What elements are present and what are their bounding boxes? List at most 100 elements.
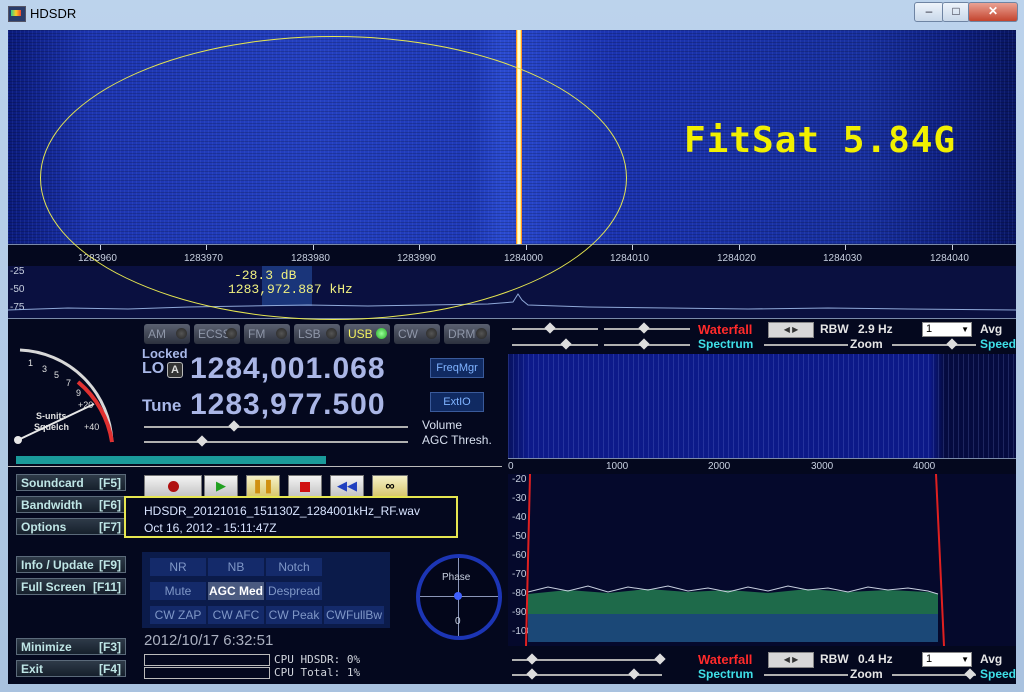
mode-fm-button[interactable]: FM	[244, 324, 290, 344]
maximize-window-button[interactable]: □	[942, 2, 970, 22]
mode-drm-button[interactable]: DRM	[444, 324, 490, 344]
agc-thresh-label: AGC Thresh.	[422, 433, 492, 447]
slider-knob[interactable]	[628, 668, 640, 680]
slider-knob[interactable]	[560, 338, 572, 350]
mute-button[interactable]: Mute	[150, 582, 206, 600]
slider-knob[interactable]	[526, 668, 538, 680]
hdsdr-app-icon	[8, 6, 26, 22]
bandwidth-button[interactable]: Bandwidth [F6]	[16, 496, 126, 513]
af-spectrum[interactable]: -20 -30 -40 -50 -60 -70 -80 -90 -100	[508, 474, 1016, 646]
slider-knob[interactable]	[638, 322, 650, 334]
title-bar: HDSDR – □ ✕	[0, 0, 1024, 28]
smeter-scale-label: 9	[76, 388, 82, 398]
cw-afc-button[interactable]: CW AFC	[208, 606, 264, 624]
cw-peak-button[interactable]: CW Peak	[266, 606, 322, 624]
spectrum-gain-slider[interactable]	[512, 344, 598, 346]
phase-value: 0	[455, 616, 461, 627]
slider-knob[interactable]	[654, 653, 666, 665]
highlight-ellipse	[40, 36, 627, 320]
af-avg-label: Avg	[980, 652, 1003, 666]
nb-button[interactable]: NB	[208, 558, 264, 576]
divider	[8, 466, 502, 467]
tune-frequency-display[interactable]: 1283,977.500	[190, 388, 386, 422]
record-button[interactable]	[144, 475, 202, 497]
af-scale-label: 4000	[913, 461, 936, 472]
speed-label: Speed	[980, 337, 1016, 351]
minimize-window-button[interactable]: –	[914, 2, 944, 22]
tune-label: Tune	[142, 396, 182, 415]
soundcard-button[interactable]: Soundcard [F5]	[16, 474, 126, 491]
avg-combo[interactable]: 1	[922, 322, 972, 337]
smeter-units-label: S-units	[36, 411, 67, 421]
info-update-button[interactable]: Info / Update [F9]	[16, 556, 126, 573]
extio-button[interactable]: ExtIO	[430, 392, 484, 412]
mode-ecss-button[interactable]: ECSS	[194, 324, 240, 344]
freqmgr-button[interactable]: FreqMgr	[430, 358, 484, 378]
slider-knob[interactable]	[544, 322, 556, 334]
full-screen-button[interactable]: Full Screen [F11]	[16, 578, 126, 595]
af-waterfall-label: Waterfall	[698, 652, 753, 667]
scale-label: 1284030	[823, 253, 862, 264]
annotation-fitsat: FitSat 5.84G	[684, 120, 957, 161]
despread-button[interactable]: Despread	[266, 582, 322, 600]
mode-lsb-button[interactable]: LSB	[294, 324, 340, 344]
lo-lock-badge[interactable]: A	[167, 362, 183, 378]
af-frequency-scale[interactable]: 0 1000 2000 3000 4000	[508, 458, 1016, 475]
smeter-scale-label: 1	[28, 358, 34, 368]
af-waterfall[interactable]	[508, 354, 1016, 458]
squelch-label: Squelch	[34, 422, 70, 432]
af-speed-label: Speed	[980, 667, 1016, 681]
rewind-icon: ◀◀	[337, 478, 357, 493]
file-date: Oct 16, 2012 - 15:11:47Z	[144, 521, 277, 535]
minimize-button[interactable]: Minimize [F3]	[16, 638, 126, 655]
cpu-total-bar	[144, 667, 270, 679]
mode-cw-button[interactable]: CW	[394, 324, 440, 344]
scale-label: 1284010	[610, 253, 649, 264]
phase-scope[interactable]: Phase 0	[416, 554, 502, 640]
lo-label: LO	[142, 360, 165, 377]
af-scale-label: 0	[508, 461, 514, 472]
af-speed-slider[interactable]	[892, 674, 976, 676]
volume-slider[interactable]	[144, 426, 408, 428]
waterfall-spinner[interactable]: ◀ ▶	[768, 322, 814, 338]
slider-knob[interactable]	[946, 338, 958, 350]
stop-button[interactable]	[288, 475, 322, 497]
spectrum-label: Spectrum	[698, 337, 754, 351]
nr-button[interactable]: NR	[150, 558, 206, 576]
mode-am-button[interactable]: AM	[144, 324, 190, 344]
slider-knob[interactable]	[638, 338, 650, 350]
pause-button[interactable]: ❚❚	[246, 475, 280, 497]
af-avg-combo[interactable]: 1	[922, 652, 972, 667]
volume-slider-knob[interactable]	[228, 420, 240, 432]
loop-button[interactable]: ∞	[372, 475, 408, 497]
mode-usb-button[interactable]: USB	[344, 324, 390, 344]
cpu-hdsdr-text: CPU HDSDR: 0%	[274, 653, 361, 666]
exit-button[interactable]: Exit [F4]	[16, 660, 126, 677]
af-zoom-label: Zoom	[850, 667, 883, 681]
scale-label: 1284020	[717, 253, 756, 264]
slider-knob[interactable]	[964, 668, 976, 680]
cw-zap-button[interactable]: CW ZAP	[150, 606, 206, 624]
af-waterfall-spinner[interactable]: ◀ ▶	[768, 652, 814, 668]
speed-slider[interactable]	[892, 344, 976, 346]
play-button[interactable]: ▶	[204, 475, 238, 497]
agc-thresh-slider[interactable]	[144, 441, 408, 443]
af-zoom-slider[interactable]	[764, 674, 848, 676]
waterfall-label: Waterfall	[698, 322, 753, 337]
zoom-slider[interactable]	[764, 344, 848, 346]
rbw-label: RBW	[820, 322, 849, 336]
cw-fullbw-button[interactable]: CWFullBw	[324, 606, 384, 624]
slider-knob[interactable]	[526, 653, 538, 665]
cpu-hdsdr-bar	[144, 654, 270, 666]
agc-med-button[interactable]: AGC Med	[208, 582, 264, 600]
lo-frequency-display[interactable]: 1284,001.068	[190, 352, 386, 386]
options-button[interactable]: Options [F7]	[16, 518, 126, 535]
af-rbw-value: 0.4 Hz	[858, 652, 893, 666]
rewind-button[interactable]: ◀◀	[330, 475, 364, 497]
smeter-scale-label: 7	[66, 378, 72, 388]
close-window-button[interactable]: ✕	[968, 2, 1018, 22]
phase-label: Phase	[442, 572, 471, 583]
af-spectrum-plot	[525, 474, 945, 646]
notch-button[interactable]: Notch	[266, 558, 322, 576]
agc-thresh-slider-knob[interactable]	[196, 435, 208, 447]
